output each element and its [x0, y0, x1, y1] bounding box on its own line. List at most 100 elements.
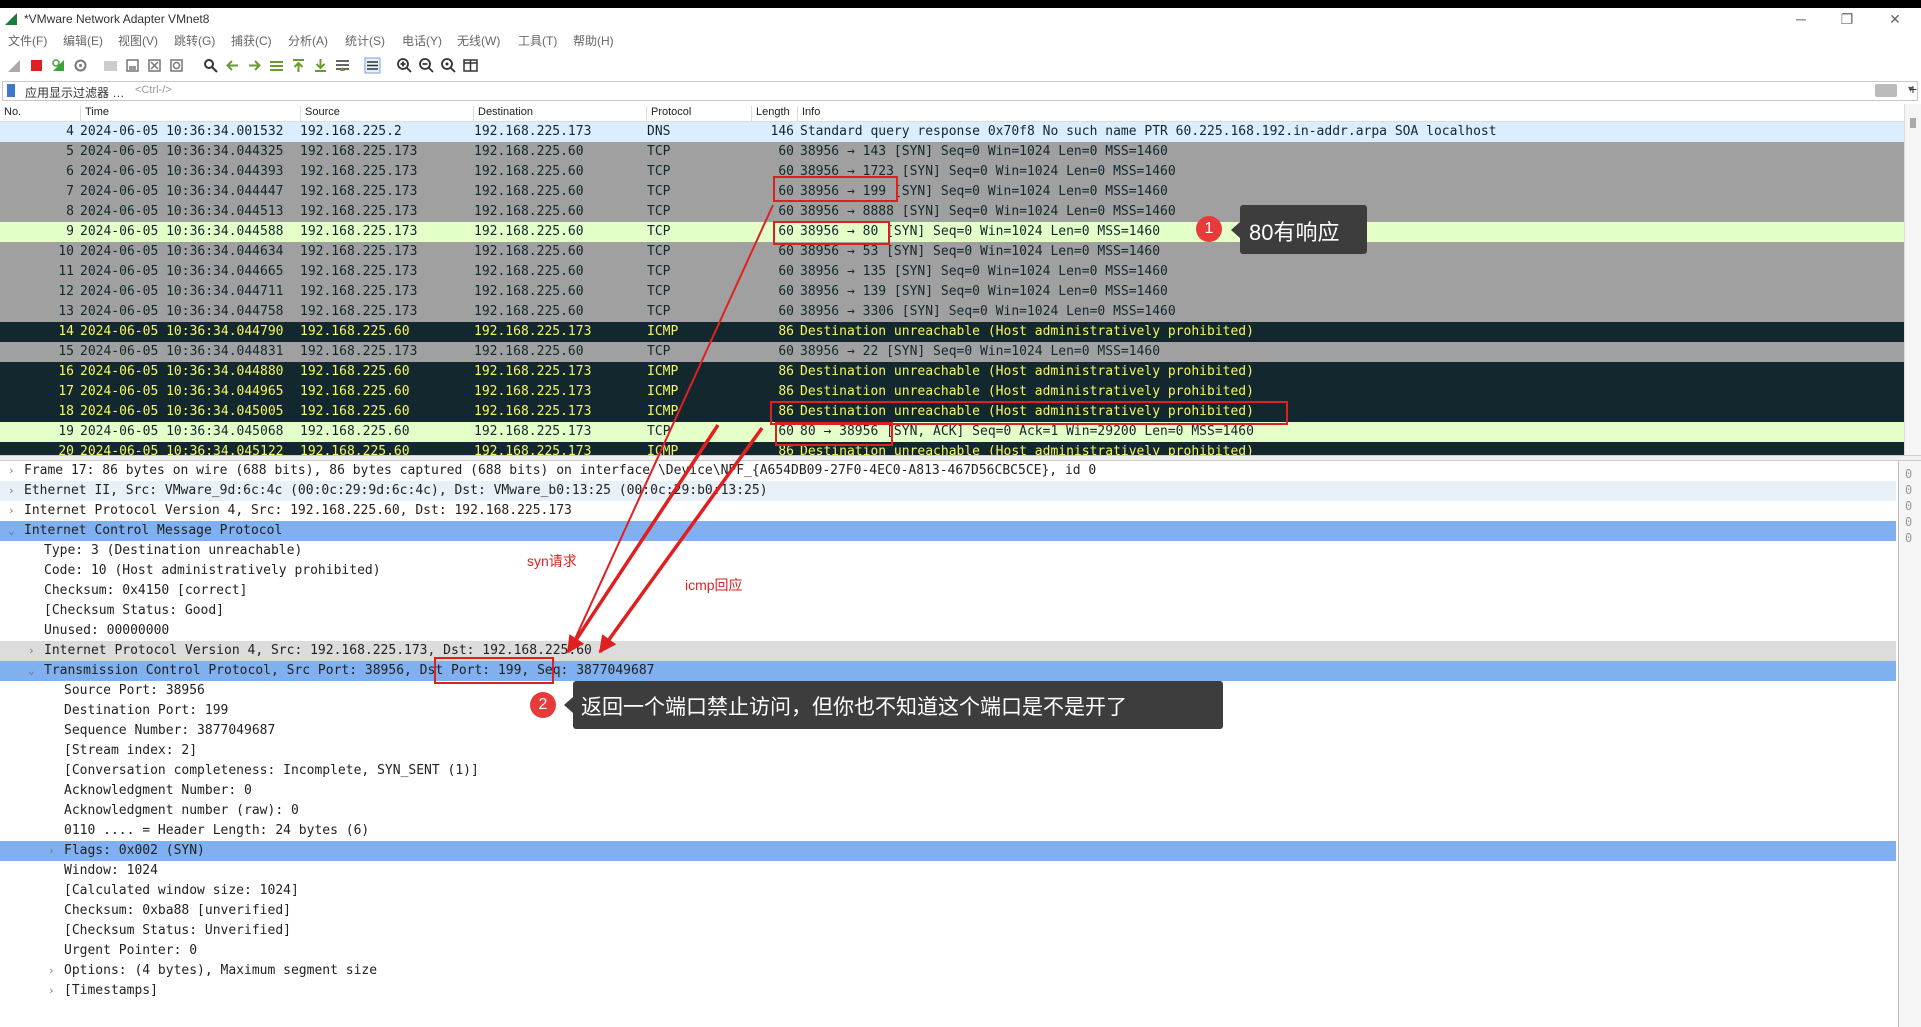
detail-row[interactable]: › [Timestamps]: [0, 981, 1896, 1001]
packet-row[interactable]: 7 2024-06-05 10:36:34.044447 192.168.225.1…: [0, 182, 1904, 202]
detail-row[interactable]: [Calculated window size: 1024]: [0, 881, 1896, 901]
menu-capture[interactable]: 捕获(C): [231, 32, 272, 49]
detail-row[interactable]: ⌄ Internet Control Message Protocol: [0, 521, 1896, 541]
column-info[interactable]: Info: [797, 106, 1897, 121]
chevron-down-icon[interactable]: ⌄: [8, 521, 15, 541]
menu-help[interactable]: 帮助(H): [573, 32, 614, 49]
detail-row[interactable]: Type: 3 (Destination unreachable): [0, 541, 1896, 561]
column-no[interactable]: No.: [0, 106, 80, 121]
packet-row[interactable]: 12 2024-06-05 10:36:34.044711 192.168.225.…: [0, 282, 1904, 302]
detail-row[interactable]: Window: 1024: [0, 861, 1896, 881]
packet-row[interactable]: 15 2024-06-05 10:36:34.044831 192.168.225.…: [0, 342, 1904, 362]
packet-row[interactable]: 20 2024-06-05 10:36:34.045122 192.168.225.…: [0, 442, 1904, 455]
menu-analyze[interactable]: 分析(A): [288, 32, 328, 49]
menu-edit[interactable]: 编辑(E): [63, 32, 103, 49]
detail-row[interactable]: Acknowledgment Number: 0: [0, 781, 1896, 801]
chevron-right-icon[interactable]: ›: [8, 481, 15, 501]
open-file-icon[interactable]: [102, 57, 119, 74]
detail-row[interactable]: Urgent Pointer: 0: [0, 941, 1896, 961]
chevron-right-icon[interactable]: ›: [48, 841, 55, 861]
resize-columns-icon[interactable]: [462, 57, 479, 74]
menu-wireless[interactable]: 无线(W): [457, 32, 500, 49]
column-time[interactable]: Time: [80, 106, 300, 121]
scrollbar-thumb[interactable]: [1910, 118, 1916, 128]
menu-view[interactable]: 视图(V): [118, 32, 158, 49]
add-filter-button[interactable]: +: [1909, 81, 1917, 97]
detail-row[interactable]: › Options: (4 bytes), Maximum segment siz…: [0, 961, 1896, 981]
packet-row[interactable]: 5 2024-06-05 10:36:34.044325 192.168.225.1…: [0, 142, 1904, 162]
packet-row[interactable]: 9 2024-06-05 10:36:34.044588 192.168.225.1…: [0, 222, 1904, 242]
go-to-packet-icon[interactable]: [268, 57, 285, 74]
menu-tools[interactable]: 工具(T): [518, 32, 557, 49]
menu-statistics[interactable]: 统计(S): [345, 32, 385, 49]
detail-row[interactable]: 0110 .... = Header Length: 24 bytes (6): [0, 821, 1896, 841]
minimize-button[interactable]: ─: [1784, 10, 1818, 28]
find-packet-icon[interactable]: [202, 57, 219, 74]
column-length[interactable]: Length: [751, 106, 797, 121]
first-packet-icon[interactable]: [290, 57, 307, 74]
detail-row[interactable]: [Checksum Status: Good]: [0, 601, 1896, 621]
detail-row[interactable]: › Flags: 0x002 (SYN): [0, 841, 1896, 861]
save-file-icon[interactable]: [124, 57, 141, 74]
menu-go[interactable]: 跳转(G): [174, 32, 215, 49]
detail-row[interactable]: [Stream index: 2]: [0, 741, 1896, 761]
detail-row[interactable]: › Internet Protocol Version 4, Src: 192.1…: [0, 641, 1896, 661]
chevron-right-icon[interactable]: ›: [48, 981, 55, 1001]
apply-filter-arrow-icon[interactable]: [1875, 84, 1897, 97]
packet-row[interactable]: 11 2024-06-05 10:36:34.044665 192.168.225.…: [0, 262, 1904, 282]
packet-row[interactable]: 17 2024-06-05 10:36:34.044965 192.168.225.…: [0, 382, 1904, 402]
packet-row[interactable]: 10 2024-06-05 10:36:34.044634 192.168.225.…: [0, 242, 1904, 262]
column-source[interactable]: Source: [300, 106, 473, 121]
packet-row[interactable]: 8 2024-06-05 10:36:34.044513 192.168.225.1…: [0, 202, 1904, 222]
display-filter-bar[interactable]: 应用显示过滤器 … <Ctrl-/> ▾: [2, 81, 1918, 101]
packet-row[interactable]: 6 2024-06-05 10:36:34.044393 192.168.225.1…: [0, 162, 1904, 182]
auto-scroll-icon[interactable]: [334, 57, 351, 74]
packet-row[interactable]: 4 2024-06-05 10:36:34.001532 192.168.225.2…: [0, 122, 1904, 142]
detail-text: Window: 1024: [64, 863, 158, 878]
detail-row[interactable]: Unused: 00000000: [0, 621, 1896, 641]
detail-row[interactable]: Acknowledgment number (raw): 0: [0, 801, 1896, 821]
detail-row[interactable]: ⌄ Transmission Control Protocol, Src Port…: [0, 661, 1896, 681]
zoom-out-icon[interactable]: [418, 57, 435, 74]
detail-row[interactable]: › Internet Protocol Version 4, Src: 192.1…: [0, 501, 1896, 521]
close-file-icon[interactable]: [146, 57, 163, 74]
detail-row[interactable]: › Ethernet II, Src: VMware_9d:6c:4c (00:0…: [0, 481, 1896, 501]
packet-time: 2024-06-05 10:36:34.044447: [80, 184, 284, 199]
zoom-in-icon[interactable]: [396, 57, 413, 74]
packet-row[interactable]: 16 2024-06-05 10:36:34.044880 192.168.225.…: [0, 362, 1904, 382]
chevron-right-icon[interactable]: ›: [8, 461, 15, 481]
detail-row[interactable]: [Conversation completeness: Incomplete, …: [0, 761, 1896, 781]
menu-file[interactable]: 文件(F): [8, 32, 47, 49]
start-capture-icon[interactable]: [6, 57, 23, 74]
go-forward-icon[interactable]: [246, 57, 263, 74]
packet-no: 8: [66, 204, 74, 219]
stop-capture-icon[interactable]: [28, 57, 45, 74]
last-packet-icon[interactable]: [312, 57, 329, 74]
chevron-right-icon[interactable]: ›: [28, 641, 35, 661]
detail-row[interactable]: › Frame 17: 86 bytes on wire (688 bits), …: [0, 461, 1896, 481]
menu-telephony[interactable]: 电话(Y): [402, 32, 442, 49]
packet-row[interactable]: 14 2024-06-05 10:36:34.044790 192.168.225.…: [0, 322, 1904, 342]
capture-options-icon[interactable]: [72, 57, 89, 74]
restart-capture-icon[interactable]: [50, 57, 67, 74]
column-protocol[interactable]: Protocol: [646, 106, 751, 121]
detail-row[interactable]: Checksum: 0x4150 [correct]: [0, 581, 1896, 601]
detail-row[interactable]: [Checksum Status: Unverified]: [0, 921, 1896, 941]
packet-row[interactable]: 13 2024-06-05 10:36:34.044758 192.168.225.…: [0, 302, 1904, 322]
filter-placeholder[interactable]: <Ctrl-/>: [135, 84, 172, 96]
bookmark-icon[interactable]: [7, 84, 15, 97]
reload-file-icon[interactable]: [168, 57, 185, 74]
packet-list-scrollbar[interactable]: [1904, 104, 1921, 455]
zoom-normal-icon[interactable]: [440, 57, 457, 74]
colorize-icon[interactable]: [364, 57, 381, 74]
chevron-right-icon[interactable]: ›: [48, 961, 55, 981]
detail-row[interactable]: Checksum: 0xba88 [unverified]: [0, 901, 1896, 921]
go-back-icon[interactable]: [224, 57, 241, 74]
maximize-button[interactable]: ❐: [1830, 10, 1864, 28]
detail-row[interactable]: Code: 10 (Host administratively prohibit…: [0, 561, 1896, 581]
close-button[interactable]: ✕: [1878, 10, 1912, 28]
chevron-right-icon[interactable]: ›: [8, 501, 15, 521]
packet-row[interactable]: 19 2024-06-05 10:36:34.045068 192.168.225.…: [0, 422, 1904, 442]
chevron-down-icon[interactable]: ⌄: [28, 661, 35, 681]
column-destination[interactable]: Destination: [473, 106, 646, 121]
